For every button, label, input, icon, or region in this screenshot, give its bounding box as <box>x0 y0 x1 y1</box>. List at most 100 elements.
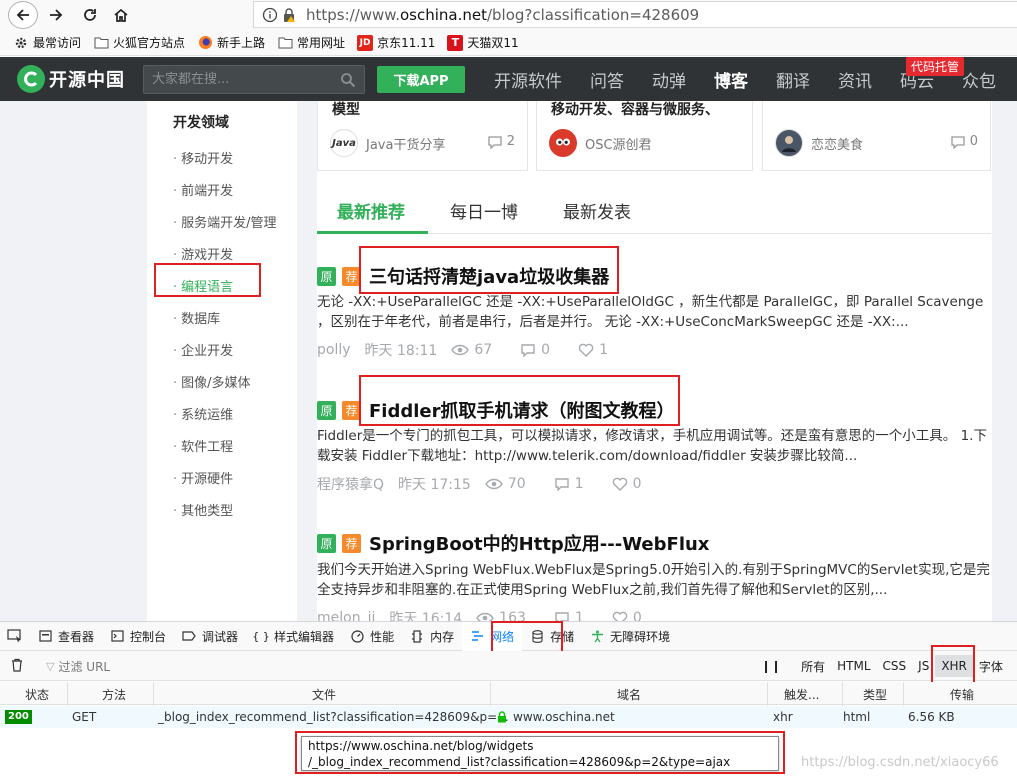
card-meta: OSC源创君 <box>549 129 652 157</box>
column-cause[interactable]: 触发... <box>784 686 819 703</box>
devtools-tab-memory[interactable]: 内存 <box>402 622 462 651</box>
search-icon[interactable] <box>340 72 356 88</box>
filter-fonts[interactable]: 字体 <box>973 655 1009 677</box>
request-row[interactable]: 200 GET _blog_index_recommend_list?class… <box>0 706 1017 728</box>
address-bar[interactable]: https://www.oschina.net/blog?classificat… <box>253 1 1017 28</box>
request-file[interactable]: _blog_index_recommend_list?classificatio… <box>158 710 509 724</box>
column-type[interactable]: 类型 <box>863 686 887 703</box>
sidebar-item-game[interactable]: 游戏开发 <box>173 244 233 263</box>
filter-url-input[interactable]: ▽ 过滤 URL <box>46 656 346 676</box>
lock-warning-icon[interactable] <box>282 7 296 23</box>
article-summary[interactable]: Fiddler是一个专门的抓包工具，可以模拟请求，修改请求，手机应用调试等。还是… <box>317 426 991 466</box>
element-picker-button[interactable] <box>0 622 30 651</box>
blog-card[interactable]: 恋恋美食 0 <box>762 101 991 171</box>
blog-card[interactable]: 模型 Java Java干货分享 2 <box>317 101 528 171</box>
nav-qa[interactable]: 问答 <box>590 67 624 92</box>
nav-blog[interactable]: 博客 <box>714 67 748 92</box>
heart-icon <box>612 477 627 491</box>
tab-recommended[interactable]: 最新推荐 <box>337 198 405 223</box>
article-item: 原 荐 SpringBoot中的Http应用---WebFlux 我们今天开始进… <box>317 530 991 621</box>
devtools-tab-inspector[interactable]: 查看器 <box>30 622 102 651</box>
tab-label: 无障碍环境 <box>610 629 671 644</box>
filter-icon: ▽ <box>46 659 55 673</box>
sidebar-item-ops[interactable]: 系统运维 <box>173 404 233 423</box>
sidebar-item-other[interactable]: 其他类型 <box>173 500 233 519</box>
sidebar-item-server[interactable]: 服务端开发/管理 <box>173 212 276 231</box>
card-title[interactable]: 移动开发、容器与微服务、 <box>551 99 719 119</box>
tab-label: 性能 <box>370 629 395 644</box>
article-meta: polly 昨天 18:11 67 0 1 <box>317 340 636 360</box>
lock-icon <box>498 711 506 723</box>
article-author[interactable]: melon_jj <box>317 610 375 621</box>
trash-icon[interactable] <box>10 658 24 672</box>
avatar[interactable]: Java <box>330 129 358 157</box>
article-summary[interactable]: 我们今天开始进入Spring WebFlux.WebFlux是Spring5.0… <box>317 560 991 600</box>
devtools-tab-accessibility[interactable]: 无障碍环境 <box>582 622 678 651</box>
nav-tweet[interactable]: 动弹 <box>652 67 686 92</box>
card-author[interactable]: Java干货分享 <box>366 134 445 153</box>
highlight-box-xhr-filter <box>931 645 975 685</box>
devtools-tab-performance[interactable]: 性能 <box>342 622 402 651</box>
browser-toolbar: https://www.oschina.net/blog?classificat… <box>0 0 1017 30</box>
sidebar-item-mobile[interactable]: 移动开发 <box>173 148 233 167</box>
sidebar-item-hardware[interactable]: 开源硬件 <box>173 468 233 487</box>
folder-icon <box>93 35 109 51</box>
filter-all[interactable]: 所有 <box>795 655 831 677</box>
article-author[interactable]: polly <box>317 342 351 358</box>
card-author[interactable]: 恋恋美食 <box>811 134 863 153</box>
avatar[interactable] <box>775 129 803 157</box>
domain-text: www.oschina.net <box>513 710 615 724</box>
card-author[interactable]: OSC源创君 <box>585 134 652 153</box>
column-transferred[interactable]: 传输 <box>950 686 974 703</box>
info-icon[interactable] <box>262 7 278 23</box>
comment-icon <box>521 344 535 357</box>
article-title[interactable]: SpringBoot中的Http应用---WebFlux <box>369 530 709 556</box>
pause-icon[interactable]: ❙❙ <box>755 655 787 677</box>
bookmark-getting-started[interactable]: 新手上路 <box>197 34 265 51</box>
sidebar-item-software-eng[interactable]: 软件工程 <box>173 436 233 455</box>
sidebar-item-database[interactable]: 数据库 <box>173 308 220 327</box>
back-button[interactable] <box>8 1 38 29</box>
article-author[interactable]: 程序猿拿Q <box>317 474 384 494</box>
bookmark-firefox-site[interactable]: 火狐官方站点 <box>93 34 185 51</box>
original-badge: 原 <box>317 400 336 420</box>
article-summary[interactable]: 无论 -XX:+UseParallelGC 还是 -XX:+UseParalle… <box>317 292 991 332</box>
column-method[interactable]: 方法 <box>102 686 126 703</box>
site-header: 开源中国 下载APP 开源软件 问答 动弹 博客 翻译 资讯 码云 众包 <box>0 57 1017 101</box>
tab-label: 控制台 <box>130 629 167 644</box>
nav-translate[interactable]: 翻译 <box>776 67 810 92</box>
site-logo[interactable]: 开源中国 <box>17 65 125 93</box>
nav-zb[interactable]: 众包 <box>962 67 996 92</box>
forward-button[interactable] <box>43 2 69 28</box>
devtools-tab-style-editor[interactable]: { } 样式编辑器 <box>246 622 342 651</box>
tab-latest[interactable]: 最新发表 <box>563 198 631 223</box>
column-domain[interactable]: 域名 <box>617 686 641 703</box>
column-file[interactable]: 文件 <box>312 686 336 703</box>
avatar[interactable] <box>549 129 577 157</box>
url-text[interactable]: https://www.oschina.net/blog?classificat… <box>306 6 699 24</box>
site-search-input[interactable] <box>144 66 334 93</box>
blog-card[interactable]: 移动开发、容器与微服务、 OSC源创君 <box>536 101 753 171</box>
sidebar-item-frontend[interactable]: 前端开发 <box>173 180 233 199</box>
download-app-button[interactable]: 下载APP <box>377 66 465 93</box>
devtools-tab-debugger[interactable]: 调试器 <box>174 622 246 651</box>
bookmark-common-sites[interactable]: 常用网址 <box>277 34 345 51</box>
bookmark-tmall[interactable]: T 天猫双11 <box>447 34 519 51</box>
nav-news[interactable]: 资讯 <box>838 67 872 92</box>
devtools-tab-console[interactable]: 控制台 <box>102 622 174 651</box>
bookmark-jd[interactable]: JD 京东11.11 <box>357 34 435 51</box>
nav-open-source[interactable]: 开源软件 <box>494 67 562 92</box>
bookmark-most-visited[interactable]: 最常访问 <box>13 34 81 51</box>
eye-icon <box>476 612 494 621</box>
column-status[interactable]: 状态 <box>25 686 49 703</box>
reload-button[interactable] <box>77 2 103 28</box>
home-button[interactable] <box>108 2 134 28</box>
sidebar-item-enterprise[interactable]: 企业开发 <box>173 340 233 359</box>
active-tab-indicator <box>317 231 428 234</box>
card-title[interactable]: 模型 <box>332 99 360 119</box>
filter-html[interactable]: HTML <box>831 655 876 677</box>
page-gutter-left <box>0 101 147 621</box>
sidebar-item-multimedia[interactable]: 图像/多媒体 <box>173 372 250 391</box>
tab-daily-blog[interactable]: 每日一博 <box>450 198 518 223</box>
filter-css[interactable]: CSS <box>877 655 913 677</box>
